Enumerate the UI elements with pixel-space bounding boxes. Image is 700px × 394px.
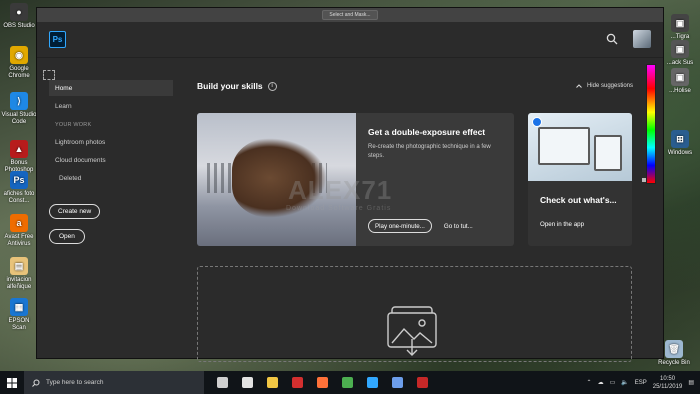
desktop-icon[interactable]: a Avast Free Antivirus	[1, 214, 37, 248]
card-title: Get a double-exposure effect	[368, 127, 486, 137]
camtasia-icon	[292, 377, 303, 388]
taskbar-app-file-explorer[interactable]	[260, 371, 285, 394]
main-content: Build your skills i Hide suggestions Get…	[197, 79, 633, 362]
select-and-mask-button[interactable]: Select and Mask...	[322, 10, 378, 20]
card-description: Re-create the photographic technique in …	[368, 144, 491, 159]
watermark-text: ALEX71	[288, 175, 393, 205]
app-icon: a	[10, 214, 28, 232]
taskbar-app-camtasia[interactable]	[285, 371, 310, 394]
desktop-icon[interactable]: ▦ EPSON Scan	[1, 298, 37, 332]
notification-icon[interactable]: ▤	[688, 379, 694, 386]
desktop-icon-label: invitacion alfeñique	[6, 277, 32, 290]
desktop-icon-right-2[interactable]: ▣ ...ack Sus	[662, 40, 698, 67]
store-icon	[392, 377, 403, 388]
hide-suggestions-link[interactable]: Hide suggestions	[576, 83, 633, 89]
avatar[interactable]	[633, 30, 651, 48]
sidebar-item-cloud-documents[interactable]: Cloud documents	[49, 152, 173, 168]
play-tutorial-button[interactable]: Play one-minute...	[368, 219, 432, 233]
desktop-icon-label: EPSON Scan	[8, 318, 30, 331]
search-icon	[32, 379, 40, 387]
go-to-tutorial-link[interactable]: Go to tut...	[444, 223, 473, 230]
desktop-icon-label: Avast Free Antivirus	[4, 234, 34, 247]
chrome-icon	[342, 377, 353, 388]
app-icon: Ps	[10, 171, 28, 189]
photoshop-icon	[367, 377, 378, 388]
desktop-icon[interactable]: ⟩ Visual Studio Code	[1, 92, 37, 126]
app-icon: ▤	[10, 257, 28, 275]
task-view-icon	[217, 377, 228, 388]
desktop-icon[interactable]: ▲ Bonus Photoshop	[1, 140, 37, 174]
sidebar-item-home[interactable]: Home	[49, 80, 173, 96]
whats-new-image	[528, 113, 632, 181]
whats-new-title: Check out what's...	[540, 195, 617, 205]
cloud-icon[interactable]: ☁	[598, 379, 604, 386]
section-label-your-work: YOUR WORK	[55, 122, 92, 128]
info-icon[interactable]: i	[267, 81, 277, 91]
desktop-icon-label: Visual Studio Code	[1, 112, 37, 125]
watermark-subtext: Download Software Gratis	[286, 205, 392, 212]
app-icon: ◉	[10, 46, 28, 64]
mail-icon	[242, 377, 253, 388]
sidebar: Home Learn YOUR WORK Lightroom photos Cl…	[49, 80, 173, 244]
desktop-icon-right-4[interactable]: ⊞ Windows	[662, 130, 698, 157]
marquee-tool-icon[interactable]	[43, 70, 55, 80]
chevron-up-icon	[576, 84, 582, 88]
sidebar-item-lightroom[interactable]: Lightroom photos	[49, 134, 173, 150]
desktop-icon-label: afiches foto Const...	[3, 191, 35, 204]
desktop-icon-right-3[interactable]: ▣ ...Holise	[662, 68, 698, 95]
app-icon: ●	[10, 3, 28, 21]
app-red-icon	[417, 377, 428, 388]
open-in-app-link[interactable]: Open in the app	[528, 205, 632, 228]
file-explorer-icon	[267, 377, 278, 388]
photoshop-logo-icon[interactable]: Ps	[49, 31, 66, 48]
firefox-icon	[317, 377, 328, 388]
app-top-bar: Ps	[37, 22, 663, 58]
open-button[interactable]: Open	[49, 229, 85, 244]
system-tray: ⌃ ☁ ▭ 🔈 ESP 10:50 25/11/2019 ▤	[587, 375, 700, 391]
desktop-icon[interactable]: Ps afiches foto Const...	[1, 171, 37, 205]
desktop-icon[interactable]: ▤ invitacion alfeñique	[1, 257, 37, 291]
windows-start-icon[interactable]	[0, 371, 24, 394]
tray-up-arrow-icon[interactable]: ⌃	[587, 379, 592, 386]
app-icon: ▦	[10, 298, 28, 316]
file-drop-zone[interactable]	[197, 266, 632, 362]
taskbar: Type here to search ⌃ ☁ ▭ 🔈 ESP 10:50 25…	[0, 371, 700, 394]
desktop-icon-right-1[interactable]: ▣ ...Tigra	[662, 14, 698, 41]
sidebar-item-deleted[interactable]: Deleted	[49, 170, 173, 186]
desktop-icon-label: Google Chrome	[8, 66, 30, 79]
desktop-icon[interactable]: ◉ Google Chrome	[1, 46, 37, 80]
network-icon[interactable]: ▭	[610, 379, 616, 386]
search-icon[interactable]	[606, 33, 618, 45]
desktop-icon[interactable]: ● OBS Studio	[1, 3, 37, 30]
create-new-button[interactable]: Create new	[49, 204, 101, 219]
title-bar: Select and Mask...	[37, 8, 663, 22]
scroll-arrow-icon[interactable]	[642, 178, 646, 182]
taskbar-app-task-view[interactable]	[210, 371, 235, 394]
taskbar-app-store[interactable]	[385, 371, 410, 394]
sidebar-item-learn[interactable]: Learn	[49, 98, 173, 114]
volume-icon[interactable]: 🔈	[621, 379, 628, 386]
language-indicator[interactable]: ESP	[635, 380, 647, 386]
taskbar-app-app-red[interactable]	[410, 371, 435, 394]
taskbar-app-photoshop[interactable]	[360, 371, 385, 394]
taskbar-apps	[210, 371, 435, 394]
app-icon: ⟩	[10, 92, 28, 110]
taskbar-app-mail[interactable]	[235, 371, 260, 394]
desktop-icon-label: OBS Studio	[3, 23, 35, 29]
clock[interactable]: 10:50 25/11/2019	[653, 375, 683, 391]
import-image-icon	[387, 306, 437, 356]
color-picker-bar[interactable]	[646, 64, 656, 184]
taskbar-search-input[interactable]: Type here to search	[24, 371, 204, 394]
taskbar-app-chrome[interactable]	[335, 371, 360, 394]
cloud-sync-icon	[532, 117, 542, 127]
taskbar-app-firefox[interactable]	[310, 371, 335, 394]
skills-header: Build your skills i Hide suggestions	[197, 79, 633, 93]
app-icon: ▲	[10, 140, 28, 158]
page-title: Build your skills	[197, 81, 263, 91]
whats-new-card[interactable]: Check out what's... Open in the app	[528, 113, 632, 246]
